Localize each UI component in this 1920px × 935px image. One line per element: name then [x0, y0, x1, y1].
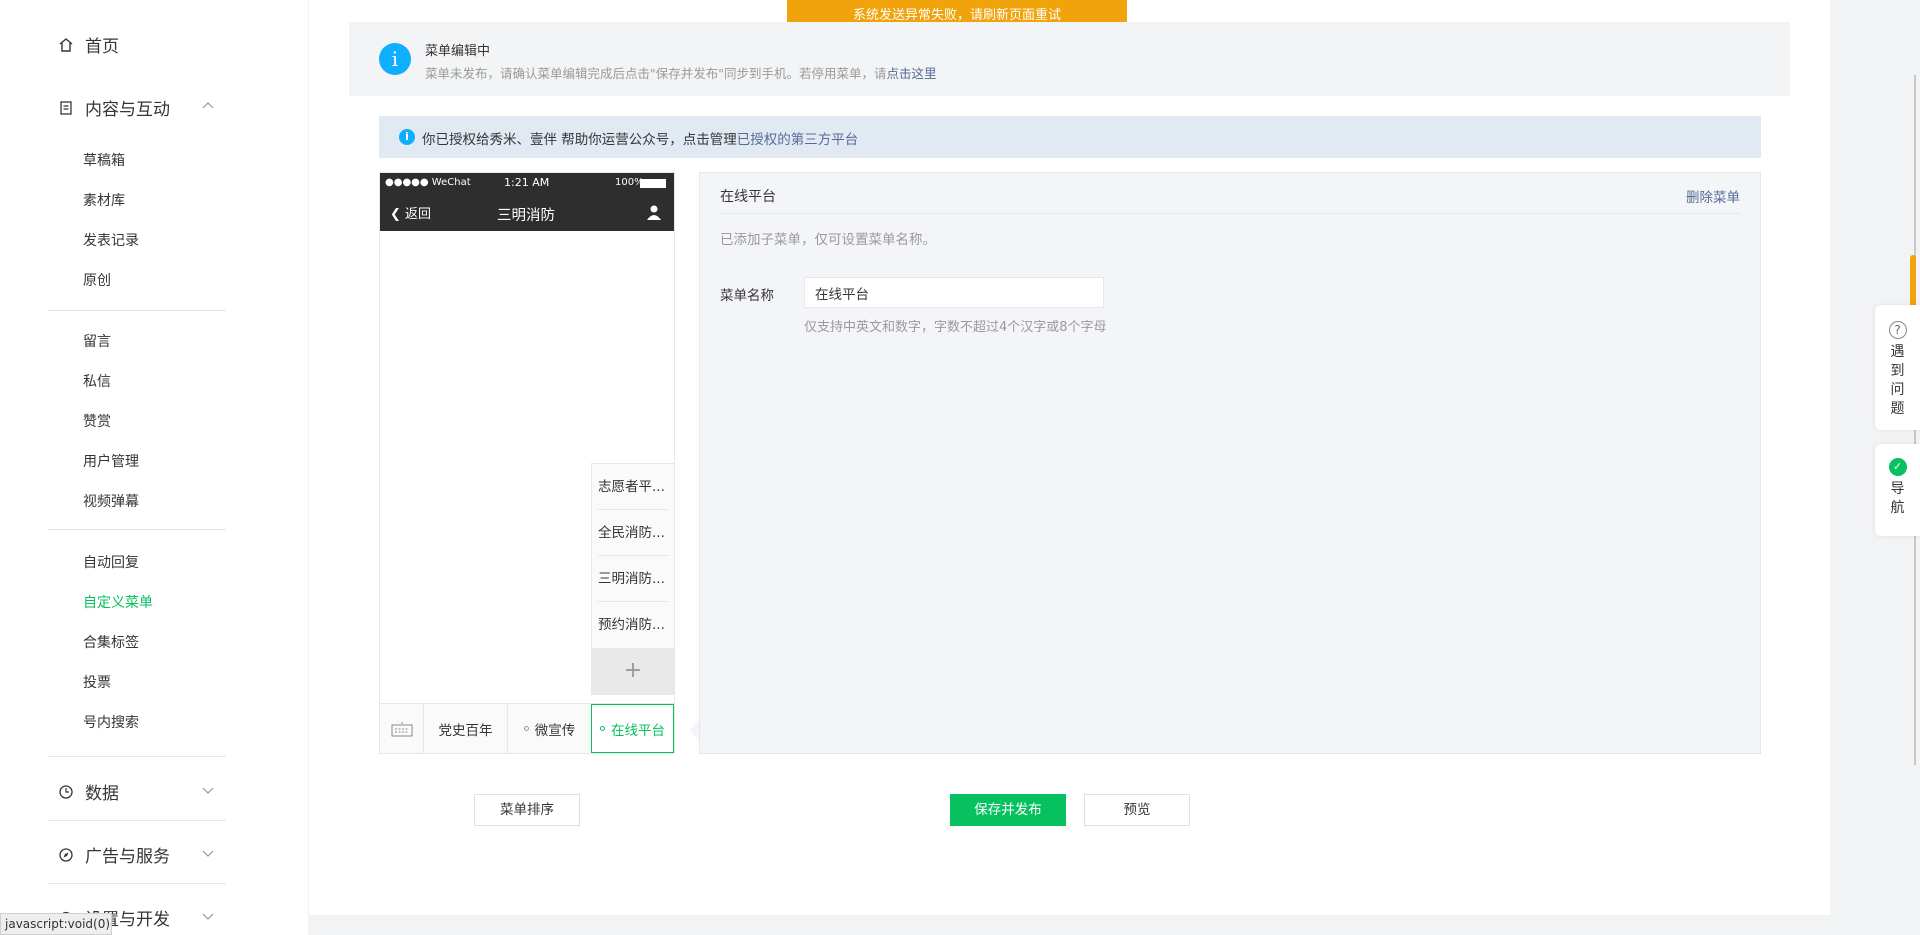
save-publish-button[interactable]: 保存并发布	[950, 794, 1066, 826]
menu-name-label: 菜单名称	[720, 288, 774, 304]
nav-video-danmaku[interactable]: 视频弹幕	[83, 491, 139, 511]
editing-desc-text: 菜单未发布，请确认菜单编辑完成后点击"保存并发布"同步到手机。若停用菜单，请	[425, 66, 887, 81]
compass-icon	[57, 846, 75, 864]
phone-status-bar: ●●●●● WeChat 1:21 AM 100%	[380, 173, 674, 193]
nav-label: 导航	[1890, 481, 1905, 516]
nav-home[interactable]: 首页	[57, 32, 119, 57]
chevron-down-icon[interactable]	[201, 909, 215, 923]
carrier: ●●●●● WeChat	[385, 177, 471, 188]
nav-rewards[interactable]: 赞赏	[83, 411, 111, 431]
nav-home-label: 首页	[85, 37, 119, 57]
submenu-item[interactable]: 志愿者平...	[598, 464, 668, 510]
delete-menu-link[interactable]: 删除菜单	[1686, 186, 1740, 206]
notice-text-body: 你已授权给秀米、壹伴 帮助你运营公众号，点击管理	[422, 132, 737, 148]
divider	[48, 310, 226, 311]
divider	[48, 529, 226, 530]
panel-pointer	[689, 720, 699, 740]
editing-desc: 菜单未发布，请确认菜单编辑完成后点击"保存并发布"同步到手机。若停用菜单，请点击…	[425, 63, 937, 82]
preview-button[interactable]: 预览	[1084, 794, 1190, 826]
chevron-down-icon[interactable]	[201, 783, 215, 797]
menu-edit-panel: 在线平台 删除菜单 已添加子菜单，仅可设置菜单名称。 菜单名称 仅支持中英文和数…	[699, 172, 1761, 754]
divider	[48, 756, 226, 757]
chevron-down-icon[interactable]	[201, 846, 215, 860]
nav-original[interactable]: 原创	[83, 270, 111, 290]
menu-name-hint: 仅支持中英文和数字，字数不超过4个汉字或8个字母	[804, 320, 1107, 335]
battery-icon	[640, 179, 666, 188]
keyboard-icon[interactable]	[380, 704, 423, 753]
back-label: 返回	[405, 207, 432, 222]
help-label: 遇到问题	[1890, 344, 1905, 417]
divider	[48, 820, 226, 821]
nav-user-management[interactable]: 用户管理	[83, 451, 139, 471]
submenu-item[interactable]: 三明消防...	[598, 556, 668, 602]
menu-sort-button[interactable]: 菜单排序	[474, 794, 580, 826]
panel-title: 在线平台	[720, 189, 776, 205]
divider	[720, 213, 1740, 214]
nav-content-label: 内容与互动	[85, 100, 170, 120]
divider	[48, 883, 226, 884]
nav-materials[interactable]: 素材库	[83, 190, 125, 210]
nav-drafts[interactable]: 草稿箱	[83, 150, 125, 170]
status-time: 1:21 AM	[504, 176, 550, 189]
home-icon	[57, 36, 75, 54]
nav-messages[interactable]: 私信	[83, 371, 111, 391]
menu-item-label: 在线平台	[611, 722, 665, 739]
phone-menu-bar: 党史百年 微宣传 在线平台	[380, 703, 674, 753]
nav-data-group[interactable]: 数据	[57, 779, 119, 804]
account-name: 三明消防	[497, 208, 555, 224]
third-party-link[interactable]: 已授权的第三方平台	[737, 132, 859, 148]
notice-text: 你已授权给秀米、壹伴 帮助你运营公众号，点击管理已授权的第三方平台	[422, 128, 858, 148]
question-icon: ?	[1888, 321, 1907, 339]
menu-item-party-history[interactable]: 党史百年	[423, 704, 507, 753]
chevron-left-icon: ❮	[390, 207, 401, 222]
back-button: ❮ 返回	[390, 203, 431, 222]
nav-ads-group[interactable]: 广告与服务	[57, 842, 170, 867]
document-icon	[57, 99, 75, 117]
menu-item-online-platform[interactable]: 在线平台	[591, 704, 674, 753]
nav-auto-reply[interactable]: 自动回复	[83, 552, 139, 572]
phone-title-bar: ❮ 返回 三明消防	[380, 193, 674, 231]
nav-vote[interactable]: 投票	[83, 672, 111, 692]
status-bar-url: javascript:void(0);	[0, 913, 112, 935]
panel-tip: 已添加子菜单，仅可设置菜单名称。	[720, 232, 936, 248]
nav-float-button[interactable]: ✓ 导航	[1875, 444, 1920, 536]
chevron-up-icon[interactable]	[201, 99, 215, 113]
add-submenu-button[interactable]: +	[592, 648, 674, 694]
menu-name-input[interactable]	[804, 277, 1104, 308]
nav-search[interactable]: 号内搜索	[83, 712, 139, 732]
nav-publish-records[interactable]: 发表记录	[83, 230, 139, 250]
info-icon: i	[379, 43, 411, 75]
nav-data-label: 数据	[85, 784, 119, 804]
authorization-notice: i 你已授权给秀米、壹伴 帮助你运营公众号，点击管理已授权的第三方平台	[379, 116, 1761, 158]
nav-content-group[interactable]: 内容与互动	[57, 95, 170, 120]
editing-info-box: i 菜单编辑中 菜单未发布，请确认菜单编辑完成后点击"保存并发布"同步到手机。若…	[349, 22, 1790, 96]
menu-item-label: 微宣传	[534, 722, 576, 739]
clock-icon	[57, 783, 75, 801]
disable-menu-link[interactable]: 点击这里	[887, 66, 937, 81]
nav-custom-menu[interactable]: 自定义菜单	[83, 592, 153, 612]
submenu-dot-icon	[600, 726, 605, 731]
nav-ads-label: 广告与服务	[85, 847, 170, 867]
submenu-item[interactable]: 预约消防...	[598, 602, 668, 648]
submenu-dot-icon	[523, 726, 529, 731]
sidebar: 首页 内容与互动 草稿箱 素材库 发表记录 原创 留言 私信 赞赏 用户管理 视…	[0, 0, 308, 935]
user-icon	[647, 205, 661, 220]
info-icon: i	[399, 129, 415, 145]
submenu-popup: 志愿者平... 全民消防... 三明消防... 预约消防... +	[591, 463, 675, 695]
menu-item-micro-promo[interactable]: 微宣传	[507, 704, 591, 753]
nav-collection-tags[interactable]: 合集标签	[83, 632, 139, 652]
help-float-button[interactable]: ? 遇到问题	[1875, 305, 1920, 430]
navigation-icon: ✓	[1888, 458, 1907, 476]
nav-comments[interactable]: 留言	[83, 331, 111, 351]
submenu-item[interactable]: 全民消防...	[598, 510, 668, 556]
editing-title: 菜单编辑中	[425, 44, 491, 59]
